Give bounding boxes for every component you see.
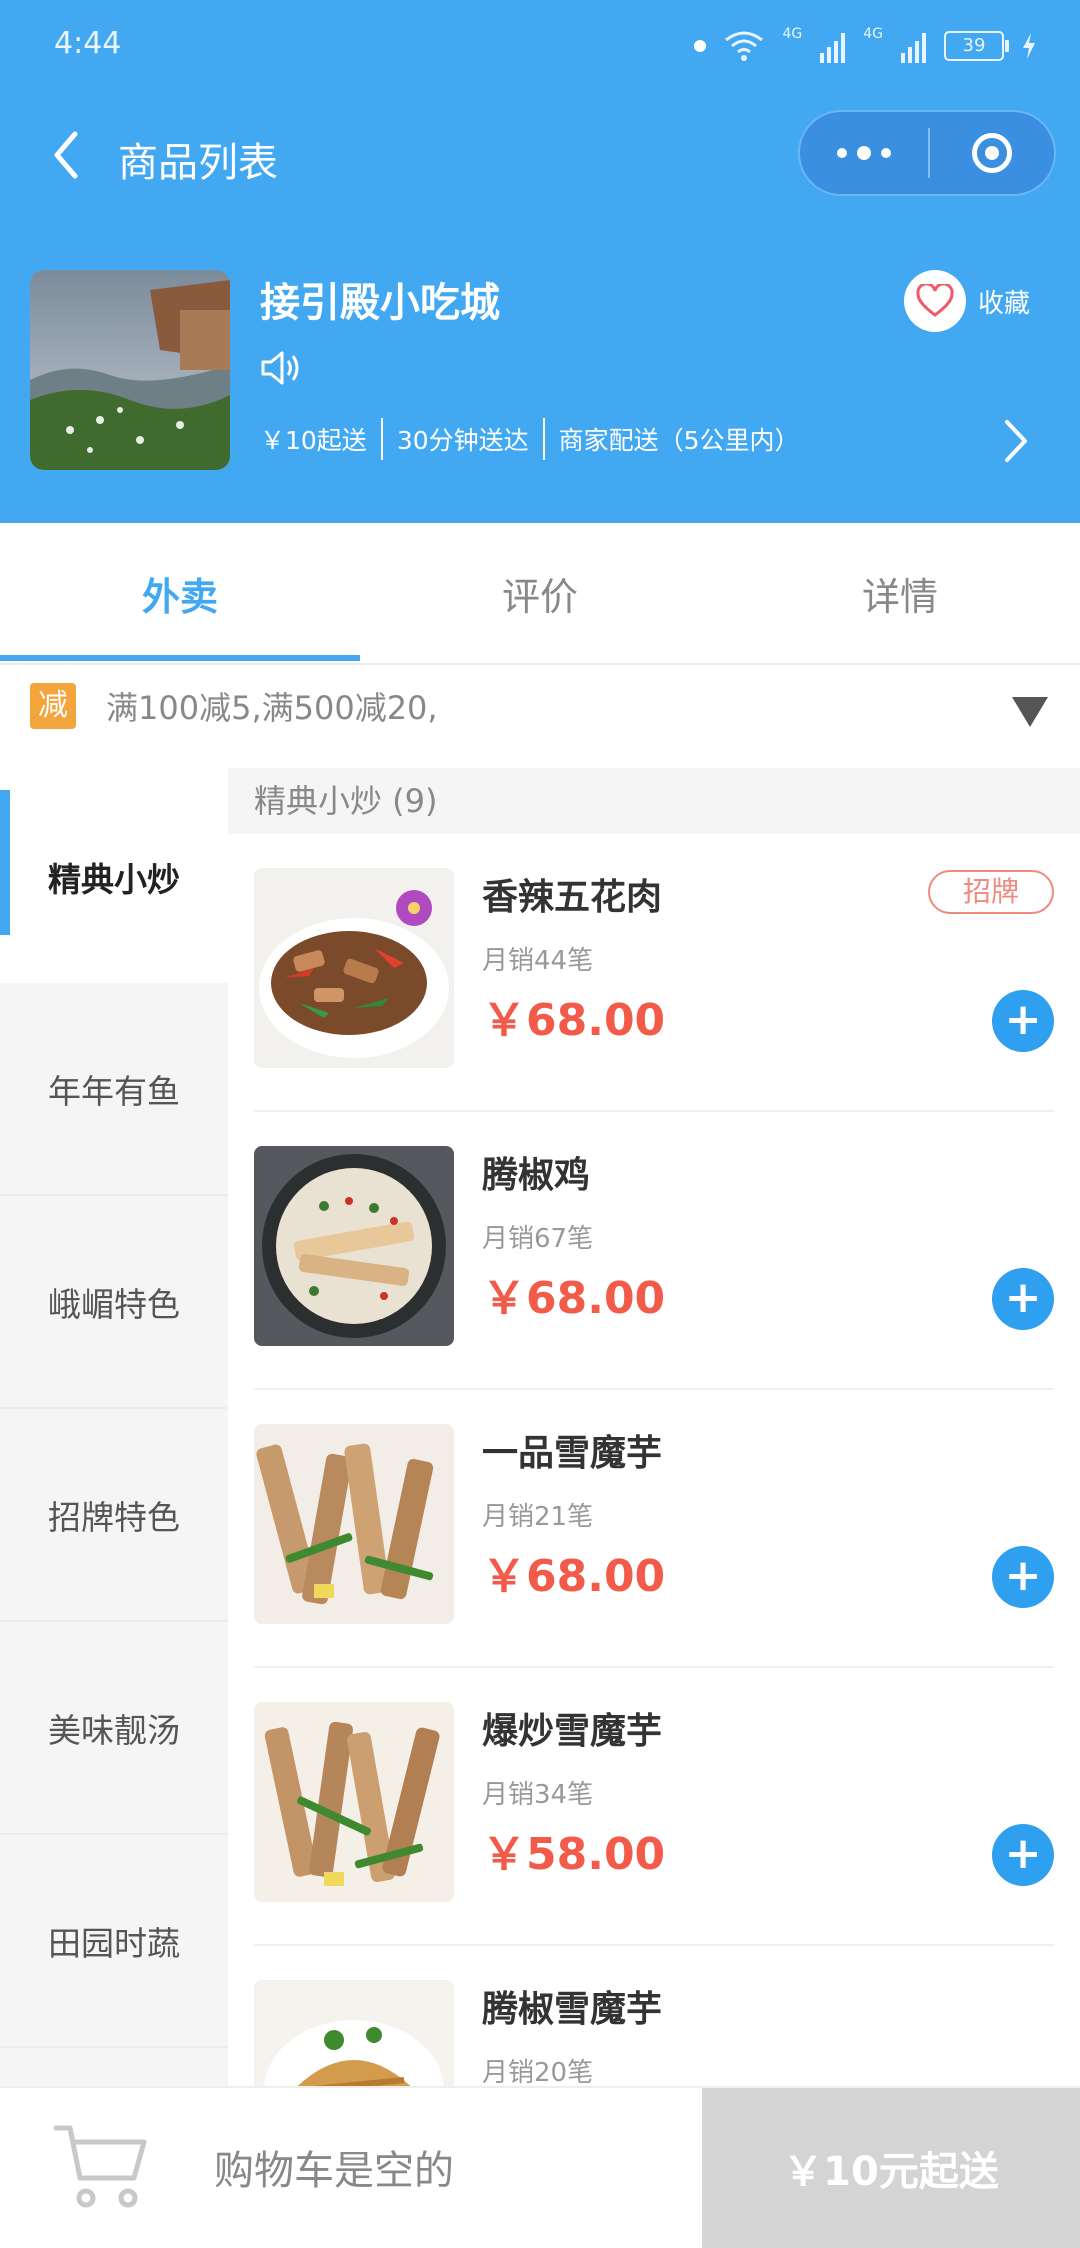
product-sales: 月销21笔 [482, 1502, 594, 1532]
add-to-cart-button[interactable]: + [992, 1268, 1054, 1330]
miniprogram-capsule [798, 110, 1056, 196]
product-image[interactable] [254, 1424, 454, 1624]
cart-empty-text: 购物车是空的 [214, 2148, 454, 2194]
signal-icon-1 [820, 29, 846, 63]
heart-icon-wrap [903, 270, 966, 332]
divider [380, 418, 383, 460]
product-sales: 月销44笔 [482, 946, 594, 976]
chevron-left-icon [54, 131, 78, 179]
product-image[interactable] [254, 1146, 454, 1346]
category-item[interactable]: 田园时蔬 [0, 1835, 228, 2048]
dot-icon [837, 148, 847, 158]
tab-takeout[interactable]: 外卖 [0, 523, 360, 663]
checkout-button[interactable]: ￥10元起送 [702, 2088, 1080, 2248]
product-name: 一品雪魔芋 [482, 1433, 663, 1474]
status-time: 4:44 [54, 26, 122, 61]
shop-name: 接引殿小吃城 [260, 280, 500, 326]
category-item[interactable]: 招牌特色 [0, 1409, 228, 1622]
back-button[interactable] [44, 128, 90, 182]
shop-tags: ￥10起送 30分钟送达 商家配送（5公里内） [260, 418, 800, 460]
battery-icon: 39 [944, 31, 1009, 61]
tab-bar: 外卖 评价 详情 [0, 523, 1080, 665]
add-to-cart-button[interactable]: + [992, 1824, 1054, 1886]
status-icons: 4G 4G 39 [694, 26, 1036, 66]
product-name: 腾椒雪魔芋 [482, 1989, 663, 2030]
tab-details[interactable]: 详情 [720, 523, 1080, 663]
page-title: 商品列表 [118, 140, 278, 186]
status-bar: 4:44 4G 4G 39 [0, 0, 1080, 92]
add-to-cart-button[interactable]: + [992, 1546, 1054, 1608]
product-name: 香辣五花肉 [482, 877, 663, 918]
close-miniprogram-button[interactable] [930, 133, 1054, 173]
signature-badge: 招牌 [928, 870, 1054, 914]
shop-logo [30, 270, 230, 470]
category-item[interactable]: 峨嵋特色 [0, 1196, 228, 1409]
product-item[interactable]: 腾椒鸡 月销67笔 ￥68.00 + [254, 1112, 1054, 1390]
category-item[interactable]: 美味靓汤 [0, 1622, 228, 1835]
wifi-icon [725, 31, 764, 61]
shopping-cart-icon[interactable] [52, 2120, 152, 2212]
delivery-method-tag: 商家配送（5公里内） [558, 426, 800, 455]
divider [542, 418, 545, 460]
navigation-bar: 商品列表 [0, 110, 1080, 200]
product-item[interactable]: 爆炒雪魔芋 月销34笔 ￥58.00 + [254, 1668, 1054, 1946]
category-item[interactable]: 年年有鱼 [0, 983, 228, 1196]
network-type-1: 4G [782, 26, 803, 42]
product-sales: 月销67笔 [482, 1224, 594, 1254]
product-price: ￥68.00 [482, 1273, 666, 1324]
promo-bar[interactable]: 减 满100减5,满500减20, [0, 665, 1080, 765]
discount-badge: 减 [30, 683, 76, 729]
product-price: ￥58.00 [482, 1829, 666, 1880]
promo-text: 满100减5,满500减20, [106, 689, 438, 727]
cart-bar: 购物车是空的 ￥10元起送 [0, 2086, 1080, 2248]
category-sidebar: 精典小炒 年年有鱼 峨嵋特色 招牌特色 美味靓汤 田园时蔬 [0, 770, 228, 2086]
dot-icon [857, 146, 871, 160]
add-to-cart-button[interactable]: + [992, 990, 1054, 1052]
signal-icon-2 [901, 29, 926, 63]
product-image[interactable] [254, 868, 454, 1068]
delivery-time-tag: 30分钟送达 [396, 426, 529, 455]
product-list[interactable]: 精典小炒 (9) 香辣五花肉 招牌 月销44笔 ￥68.00 + 腾椒鸡 月销6… [228, 768, 1080, 2086]
product-name: 爆炒雪魔芋 [482, 1711, 663, 1752]
tab-indicator [0, 655, 360, 661]
product-image[interactable] [254, 1980, 454, 2086]
favorite-button[interactable]: 收藏 [903, 270, 1030, 332]
product-item[interactable]: 香辣五花肉 招牌 月销44笔 ￥68.00 + [254, 834, 1054, 1112]
section-header: 精典小炒 (9) [228, 768, 1080, 834]
shop-info: 接引殿小吃城 ￥10起送 30分钟送达 商家配送（5公里内） 收藏 [30, 270, 1050, 470]
heart-icon [916, 284, 954, 317]
product-item[interactable]: 一品雪魔芋 月销21笔 ￥68.00 + [254, 1390, 1054, 1668]
notification-dot-icon [694, 40, 707, 52]
more-button[interactable] [800, 112, 928, 194]
expand-triangle-icon[interactable] [1012, 697, 1048, 727]
product-image[interactable] [254, 1702, 454, 1902]
target-icon [972, 133, 1012, 173]
product-sales: 月销20笔 [482, 2058, 594, 2086]
chevron-right-icon[interactable] [1002, 418, 1030, 464]
charging-icon [1023, 33, 1035, 59]
product-price: ￥68.00 [482, 995, 666, 1046]
product-price: ￥68.00 [482, 1551, 666, 1602]
product-name: 腾椒鸡 [482, 1155, 591, 1196]
speaker-icon[interactable] [260, 348, 304, 388]
min-order-tag: ￥10起送 [260, 426, 367, 455]
header: 4:44 4G 4G 39 商品列表 接引殿小吃城 ￥10起送 30分钟送达 商… [0, 0, 1080, 523]
dot-icon [881, 148, 891, 158]
product-item[interactable]: 腾椒雪魔芋 月销20笔 [254, 1946, 1054, 2086]
tab-reviews[interactable]: 评价 [360, 523, 720, 663]
favorite-label: 收藏 [977, 288, 1030, 319]
product-sales: 月销34笔 [482, 1780, 594, 1810]
category-item[interactable]: 精典小炒 [0, 770, 228, 983]
network-type-2: 4G [863, 26, 883, 42]
